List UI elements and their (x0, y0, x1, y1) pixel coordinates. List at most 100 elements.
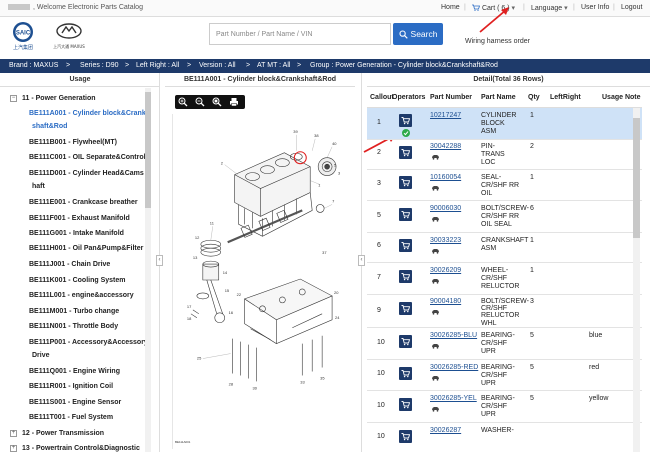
callout-label[interactable]: 30 (253, 385, 258, 390)
tree-item[interactable]: BE111P001 - Accessory&Accessory (29, 339, 148, 346)
expand-toggle-icon[interactable]: + (10, 430, 17, 437)
part-number-link[interactable]: 30026285-BLU (430, 332, 477, 340)
collapse-toggle-icon[interactable]: − (10, 95, 17, 102)
add-to-cart-button[interactable] (399, 208, 412, 221)
expand-toggle-icon[interactable]: + (10, 445, 17, 452)
search-input[interactable]: Part Number / Part Name / VIN (209, 23, 391, 45)
tree-item[interactable]: BE111E001 - Crankcase breather (29, 199, 138, 206)
tree-item[interactable]: BE111M001 - Turbo change (29, 308, 119, 315)
collapse-right-button[interactable]: ‹ (358, 255, 365, 266)
tree-item-selected[interactable]: BE111A001 - Cylinder block&Crank (29, 110, 146, 117)
tree-group-12[interactable]: 12 - Power Transmission (22, 430, 104, 437)
part-number-link[interactable]: 10160054 (430, 174, 461, 182)
print-icon[interactable] (229, 97, 239, 107)
breadcrumb-left-right[interactable]: Left Right : All (136, 62, 179, 69)
table-row-selected[interactable]: 1 10217247 CYLINDER BLOCK ASM 1 (367, 108, 642, 140)
part-number-link[interactable]: 90004180 (430, 298, 461, 306)
tree-item[interactable]: BE111R001 - Ignition Coil (29, 383, 113, 390)
collapse-left-button[interactable]: ‹ (156, 255, 163, 266)
part-number-link[interactable]: 30026287 (430, 427, 461, 435)
tree-item[interactable]: BE111F001 - Exhaust Manifold (29, 215, 130, 222)
callout-label[interactable]: 2 (221, 161, 223, 166)
part-number-link[interactable]: 30033223 (430, 237, 461, 245)
callout-label[interactable]: 39 (293, 129, 298, 134)
tree-item[interactable]: BE111L001 - engine&accessory (29, 292, 134, 299)
wiring-harness-order-link[interactable]: Wiring harness order (465, 38, 530, 45)
tree-item[interactable]: BE111J001 - Chain Drive (29, 261, 110, 268)
callout-label[interactable]: 24 (335, 315, 340, 320)
add-to-cart-button[interactable] (399, 302, 412, 315)
search-button[interactable]: Search (393, 23, 443, 45)
callout-label[interactable]: 13 (193, 255, 198, 260)
breadcrumb-group[interactable]: Group : Power Generation - Cylinder bloc… (310, 62, 498, 69)
scrollbar-thumb[interactable] (145, 92, 151, 208)
user-info-link[interactable]: User Info (581, 4, 609, 11)
table-row[interactable]: 10 30026285-BLU BEARING- CR/SHF UPR 5 bl… (367, 328, 642, 360)
part-number-link[interactable]: 30026285-YEL (430, 395, 477, 403)
exploded-parts-diagram[interactable]: 39 38 40 5 3 1 2 7 11 12 13 14 15 16 17 … (172, 114, 347, 449)
add-to-cart-button[interactable] (399, 335, 412, 348)
callout-label[interactable]: 14 (223, 270, 228, 275)
table-row[interactable]: 10 30026285-RED BEARING- CR/SHF UPR 5 re… (367, 360, 642, 391)
callout-label[interactable]: 20 (334, 290, 339, 295)
breadcrumb-version[interactable]: Version : All (199, 62, 236, 69)
callout-label[interactable]: 37 (322, 250, 326, 255)
tree-item[interactable]: BE111T001 - Fuel System (29, 414, 113, 421)
breadcrumb-series[interactable]: Series : D90 (80, 62, 119, 69)
add-to-cart-button[interactable] (399, 176, 412, 189)
callout-label[interactable]: 38 (314, 133, 319, 138)
car-icon[interactable] (431, 309, 440, 315)
table-row[interactable]: 7 30026209 WHEEL- CR/SHF RELUCTOR 1 (367, 263, 642, 295)
car-icon[interactable] (431, 248, 440, 254)
zoom-in-icon[interactable] (178, 97, 188, 107)
callout-label[interactable]: 3 (338, 171, 341, 176)
car-icon[interactable] (431, 343, 440, 349)
breadcrumb-at-mt[interactable]: AT MT : All (257, 62, 290, 69)
part-number-link[interactable]: 10217247 (430, 112, 461, 120)
tree-group-11[interactable]: 11 - Power Generation (22, 95, 96, 102)
car-icon[interactable] (431, 185, 440, 191)
add-to-cart-button[interactable] (399, 398, 412, 411)
table-row[interactable]: 5 90006030 BOLT/SCREW- CR/SHF RR OIL SEA… (367, 201, 642, 233)
right-scrollbar[interactable] (633, 108, 640, 452)
callout-label[interactable]: 1 (318, 183, 321, 188)
add-to-cart-button[interactable] (399, 270, 412, 283)
add-to-cart-button[interactable] (399, 146, 412, 159)
callout-label[interactable]: 33 (300, 379, 305, 384)
breadcrumb-brand[interactable]: Brand : MAXUS (9, 62, 58, 69)
language-menu[interactable]: Language ▾ (531, 4, 568, 12)
callout-label[interactable]: 22 (237, 292, 241, 297)
car-icon[interactable] (431, 154, 440, 160)
tree-item[interactable]: BE111K001 - Cooling System (29, 277, 125, 284)
tree-item[interactable]: BE111G001 - Intake Manifold (29, 230, 124, 237)
table-row[interactable]: 10 30026287 WASHER- (367, 423, 642, 452)
add-to-cart-button[interactable] (399, 430, 412, 443)
callout-label[interactable]: 35 (320, 375, 325, 380)
table-row[interactable]: 6 30033223 CRANKSHAFT ASM 1 (367, 233, 642, 263)
part-number-link[interactable]: 30026285-RED (430, 364, 478, 372)
add-to-cart-button[interactable] (399, 114, 412, 127)
tree-item[interactable]: BE111S001 - Engine Sensor (29, 399, 121, 406)
part-number-link[interactable]: 30026209 (430, 267, 461, 275)
tree-item[interactable]: BE111H001 - Oil Pan&Pump&Filter (29, 245, 143, 252)
add-to-cart-button[interactable] (399, 367, 412, 380)
tree-item[interactable]: BE111B001 - Flywheel(MT) (29, 139, 117, 146)
scrollbar-thumb[interactable] (633, 118, 640, 238)
left-scrollbar[interactable] (145, 88, 151, 452)
table-row[interactable]: 9 90004180 BOLT/SCREW- CR/SHF RELUCTOR W… (367, 295, 642, 328)
zoom-out-icon[interactable] (195, 97, 205, 107)
tree-item[interactable]: BE111N001 - Throttle Body (29, 323, 118, 330)
table-row[interactable]: 2 30042288 PIN- TRANS LOC 2 (367, 140, 642, 170)
tree-item[interactable]: BE111D001 - Cylinder Head&Cams (29, 170, 144, 177)
car-icon[interactable] (431, 375, 440, 381)
callout-label[interactable]: 15 (225, 288, 230, 293)
table-row[interactable]: 3 10160054 SEAL- CR/SHF RR OIL 1 (367, 170, 642, 201)
tree-group-13[interactable]: 13 - Powertrain Control&Diagnostic (22, 445, 140, 452)
tree-item[interactable]: BE111Q001 - Engine Wiring (29, 368, 120, 375)
callout-label[interactable]: 7 (332, 198, 334, 203)
add-to-cart-button[interactable] (399, 239, 412, 252)
zoom-fit-icon[interactable] (212, 97, 222, 107)
callout-label[interactable]: 40 (332, 141, 337, 146)
part-number-link[interactable]: 30042288 (430, 143, 461, 151)
car-icon[interactable] (431, 216, 440, 222)
